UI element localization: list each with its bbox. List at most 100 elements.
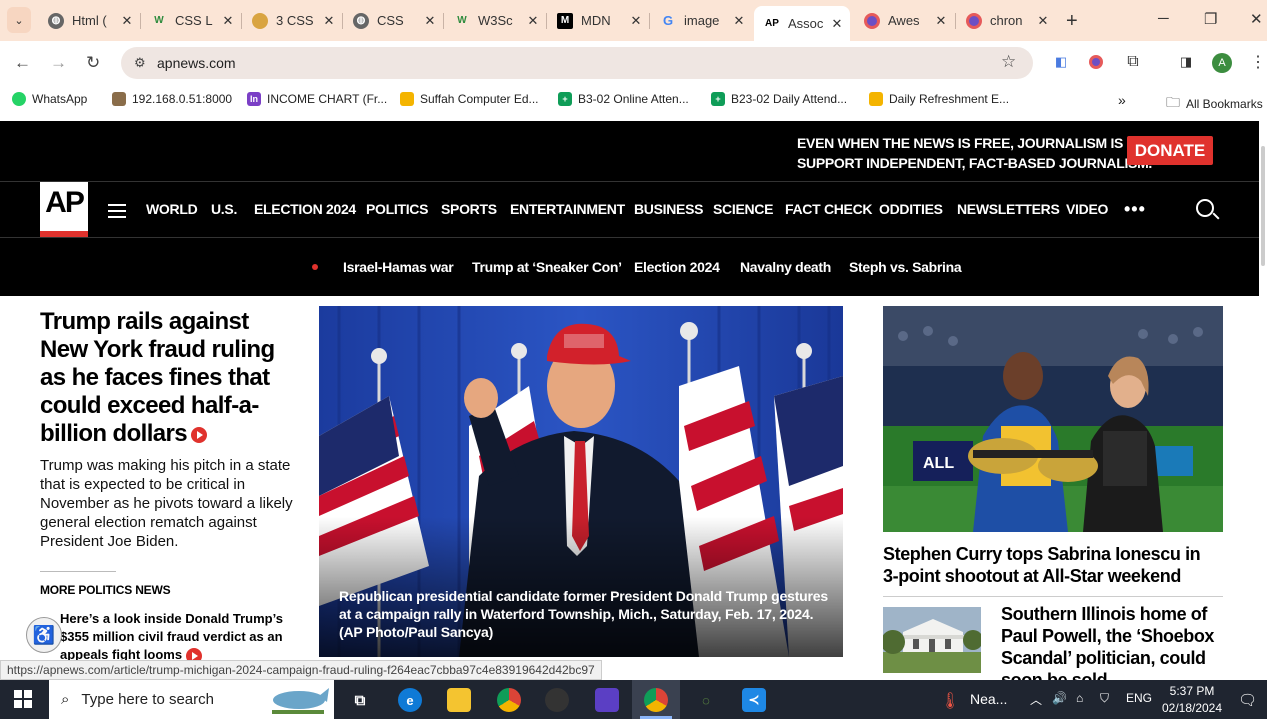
bookmark-item[interactable]: + B3-02 Online Atten... [558,92,689,106]
close-icon[interactable]: ✕ [730,13,748,29]
file-explorer-icon[interactable] [447,688,471,712]
notifications-icon[interactable]: 🗨 [1238,691,1257,709]
nav-video[interactable]: VIDEO [1066,201,1108,217]
bookmarks-overflow-button[interactable]: » [1118,92,1126,108]
illinois-thumbnail[interactable] [883,607,981,673]
video-play-icon[interactable] [191,426,208,443]
start-button[interactable] [14,690,32,708]
more-politics-heading[interactable]: MORE POLITICS NEWS [40,583,171,597]
restore-button[interactable]: ❐ [1204,10,1217,28]
hamburger-menu-icon[interactable] [108,204,126,222]
donate-button[interactable]: DONATE [1127,136,1213,165]
ap-logo[interactable]: AP [40,182,88,237]
weather-text[interactable]: Nea... [970,691,1007,707]
bookmark-item[interactable]: Suffah Computer Ed... [400,92,539,106]
trending-link[interactable]: Steph vs. Sabrina [849,259,962,275]
star-icon[interactable]: ☆ [1001,52,1016,72]
tab[interactable]: chron ✕ [956,6,1056,35]
nav-us[interactable]: U.S. [211,201,237,217]
nav-entertainment[interactable]: ENTERTAINMENT [510,201,625,217]
loading-icon[interactable]: ◌ [694,688,718,712]
clock[interactable]: 5:37 PM 02/18/2024 [1160,683,1224,717]
puzzle-icon[interactable]: ⧉ [1124,53,1142,71]
related-headline[interactable]: Here’s a look inside Donald Trump’s $355… [60,610,305,664]
shield-icon[interactable]: ⛉ [1100,691,1109,706]
illinois-headline[interactable]: Southern Illinois home of Paul Powell, t… [1001,603,1223,691]
lead-headline-text[interactable]: Trump rails against New York fraud rulin… [40,308,275,447]
lead-headline[interactable]: Trump rails against New York fraud rulin… [40,308,300,448]
bookmark-item[interactable]: In INCOME CHART (Fr... [247,92,387,106]
minimize-button[interactable]: ─ [1158,10,1169,27]
tab-active[interactable]: AP Assoc ✕ [754,6,850,41]
edge-icon[interactable]: e [398,688,422,712]
trending-link[interactable]: Israel-Hamas war [343,259,454,275]
extension-icon[interactable]: ◧ [1052,53,1070,71]
close-icon[interactable]: ✕ [118,13,136,29]
forward-button[interactable]: → [50,53,67,73]
tab[interactable]: G image ✕ [650,6,752,35]
nav-oddities[interactable]: ODDITIES [879,201,943,217]
tab[interactable]: M MDN ✕ [547,6,649,35]
address-bar[interactable] [121,47,1033,79]
bookmark-item[interactable]: + B23-02 Daily Attend... [711,92,847,106]
chevron-up-icon[interactable]: ︿ [1030,691,1042,708]
obs-icon[interactable] [545,688,569,712]
related-headline-text[interactable]: Here’s a look inside Donald Trump’s $355… [60,611,283,662]
tab[interactable]: W W3Sc ✕ [444,6,546,35]
nav-sports[interactable]: SPORTS [441,201,497,217]
url-text[interactable]: apnews.com [157,55,236,71]
page-scrollbar[interactable] [1259,121,1267,680]
close-icon[interactable]: ✕ [320,13,338,29]
nav-politics[interactable]: POLITICS [366,201,428,217]
bookmark-item[interactable]: Daily Refreshment E... [869,92,1009,106]
sports-headline[interactable]: Stephen Curry tops Sabrina Ionescu in 3-… [883,543,1213,587]
search-icon[interactable] [1196,199,1214,217]
trending-link[interactable]: Election 2024 [634,259,720,275]
language-indicator[interactable]: ENG [1126,691,1152,705]
nav-election-2024[interactable]: ELECTION 2024 [254,201,356,217]
close-icon[interactable]: ✕ [524,13,542,29]
accessibility-icon[interactable]: ♿ [26,617,62,653]
app-icon[interactable] [595,688,619,712]
close-icon[interactable]: ✕ [421,13,439,29]
close-icon[interactable]: ✕ [1034,13,1052,29]
nav-fact-check[interactable]: FACT CHECK [785,201,873,217]
nav-newsletters[interactable]: NEWSLETTERS [957,201,1060,217]
profile-avatar[interactable]: A [1212,53,1232,73]
menu-icon[interactable]: ⋮ [1249,53,1267,71]
chrome-profile-icon[interactable] [644,688,668,712]
chrome-icon[interactable] [497,688,521,712]
trending-link[interactable]: Trump at ‘Sneaker Con’ [472,259,622,275]
side-panel-icon[interactable]: ◨ [1177,53,1195,71]
taskbar-search[interactable]: ⌕ Type here to search [49,680,334,719]
extension-icon[interactable] [1087,53,1105,71]
tab-search-button[interactable]: ⌄ [7,7,31,33]
nav-world[interactable]: WORLD [146,201,198,217]
close-icon[interactable]: ✕ [932,13,950,29]
all-bookmarks-button[interactable]: 🗀 All Bookmarks [1166,92,1263,116]
tab[interactable]: 3 CSS ✕ [242,6,342,35]
tab[interactable]: ◍ CSS ✕ [343,6,443,35]
back-button[interactable]: ← [14,53,31,73]
weather-icon[interactable]: 🌡 [940,691,960,711]
reload-button[interactable]: ↻ [86,53,100,73]
close-icon[interactable]: ✕ [828,16,846,32]
nav-science[interactable]: SCIENCE [713,201,773,217]
tab[interactable]: ◍ Html ( ✕ [38,6,140,35]
task-view-icon[interactable]: ⧉ [348,688,372,712]
new-tab-button[interactable]: + [1066,10,1078,33]
nav-business[interactable]: BUSINESS [634,201,703,217]
trending-link[interactable]: Navalny death [740,259,831,275]
close-icon[interactable]: ✕ [219,13,237,29]
sports-photo[interactable]: ALL [883,306,1223,532]
close-icon[interactable]: ✕ [627,13,645,29]
site-info-icon[interactable]: ⚙ [134,55,146,71]
nav-more-button[interactable]: ••• [1124,199,1146,220]
bookmark-item[interactable]: WhatsApp [12,92,87,106]
bookmark-item[interactable]: 192.168.0.51:8000 [112,92,232,106]
tab[interactable]: Awes ✕ [854,6,954,35]
close-window-button[interactable]: ✕ [1250,10,1263,28]
vscode-icon[interactable]: ≺ [742,688,766,712]
network-icon[interactable]: ⌂ [1076,691,1083,705]
volume-icon[interactable]: 🔊 [1052,691,1067,705]
